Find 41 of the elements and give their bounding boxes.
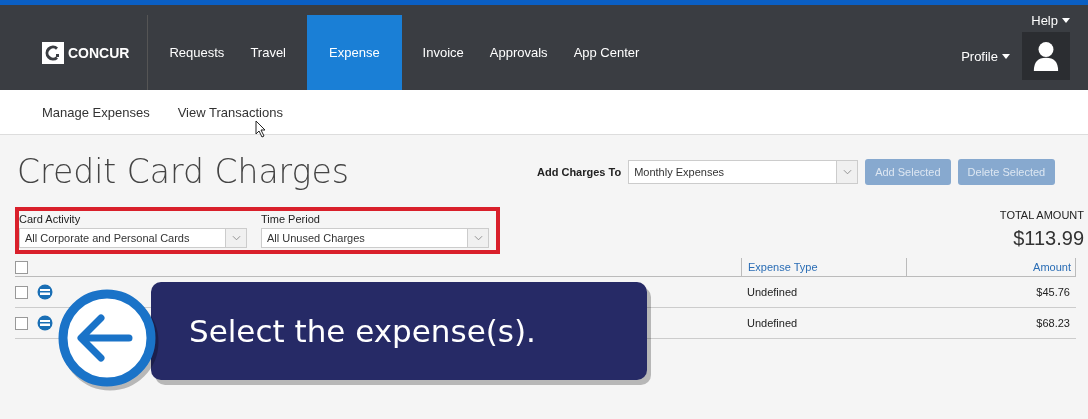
filter-label: Card Activity — [19, 213, 82, 225]
amount-cell-text: $45.76 — [1035, 286, 1071, 298]
add-charges-label: Add Charges To — [537, 166, 622, 178]
nav-tab[interactable]: Travel — [237, 15, 299, 90]
row-checkbox[interactable] — [15, 285, 28, 299]
instruction-text: Select the expense(s). — [189, 313, 536, 349]
total-label: TOTAL AMOUNT — [999, 209, 1084, 221]
card-icon — [37, 315, 53, 331]
logo-text: CONCUR — [68, 44, 130, 61]
user-silhouette-icon — [1032, 41, 1060, 71]
chevron-down-icon — [231, 235, 241, 241]
select-all-checkbox[interactable] — [15, 260, 28, 274]
caret-icon — [1062, 18, 1070, 23]
nav-tab[interactable]: Expense — [307, 15, 402, 90]
page-title: Credit Card Charges — [17, 152, 350, 191]
column-header[interactable]: Expense Type — [741, 258, 906, 276]
concur-logo[interactable]: CONCUR — [42, 15, 148, 90]
nav-tab[interactable]: Invoice — [409, 15, 477, 90]
expense-type-cell-text: Undefined — [746, 317, 799, 329]
expense-type-cell-text: Undefined — [746, 286, 799, 298]
amount-cell-text: $68.23 — [1035, 317, 1071, 329]
column-header[interactable]: Amount — [906, 258, 1076, 276]
caret-icon — [1002, 53, 1010, 59]
nav-tab[interactable]: Approvals — [476, 15, 561, 90]
subnav-link[interactable]: View Transactions — [177, 104, 283, 120]
filter-dropdown[interactable]: All Unused Charges — [261, 228, 489, 248]
nav-tab[interactable]: App Center — [560, 15, 653, 90]
profile-menu[interactable]: Profile — [961, 48, 1010, 64]
card-icon — [37, 284, 53, 300]
logo-mark-icon — [42, 41, 64, 64]
row-checkbox[interactable] — [15, 316, 28, 330]
filter-label: Time Period — [261, 213, 321, 225]
subnav-link[interactable]: Manage Expenses — [42, 104, 150, 120]
total-amount: $113.99 — [1013, 227, 1084, 250]
filter-dropdown[interactable]: All Corporate and Personal Cards — [19, 228, 247, 248]
report-dropdown[interactable]: Monthly Expenses — [628, 160, 859, 184]
nav-tab[interactable]: Requests — [156, 15, 238, 90]
chevron-down-icon — [473, 235, 483, 241]
help-menu[interactable]: Help — [1031, 13, 1070, 28]
avatar[interactable] — [1022, 32, 1070, 80]
chevron-down-icon — [842, 169, 852, 175]
